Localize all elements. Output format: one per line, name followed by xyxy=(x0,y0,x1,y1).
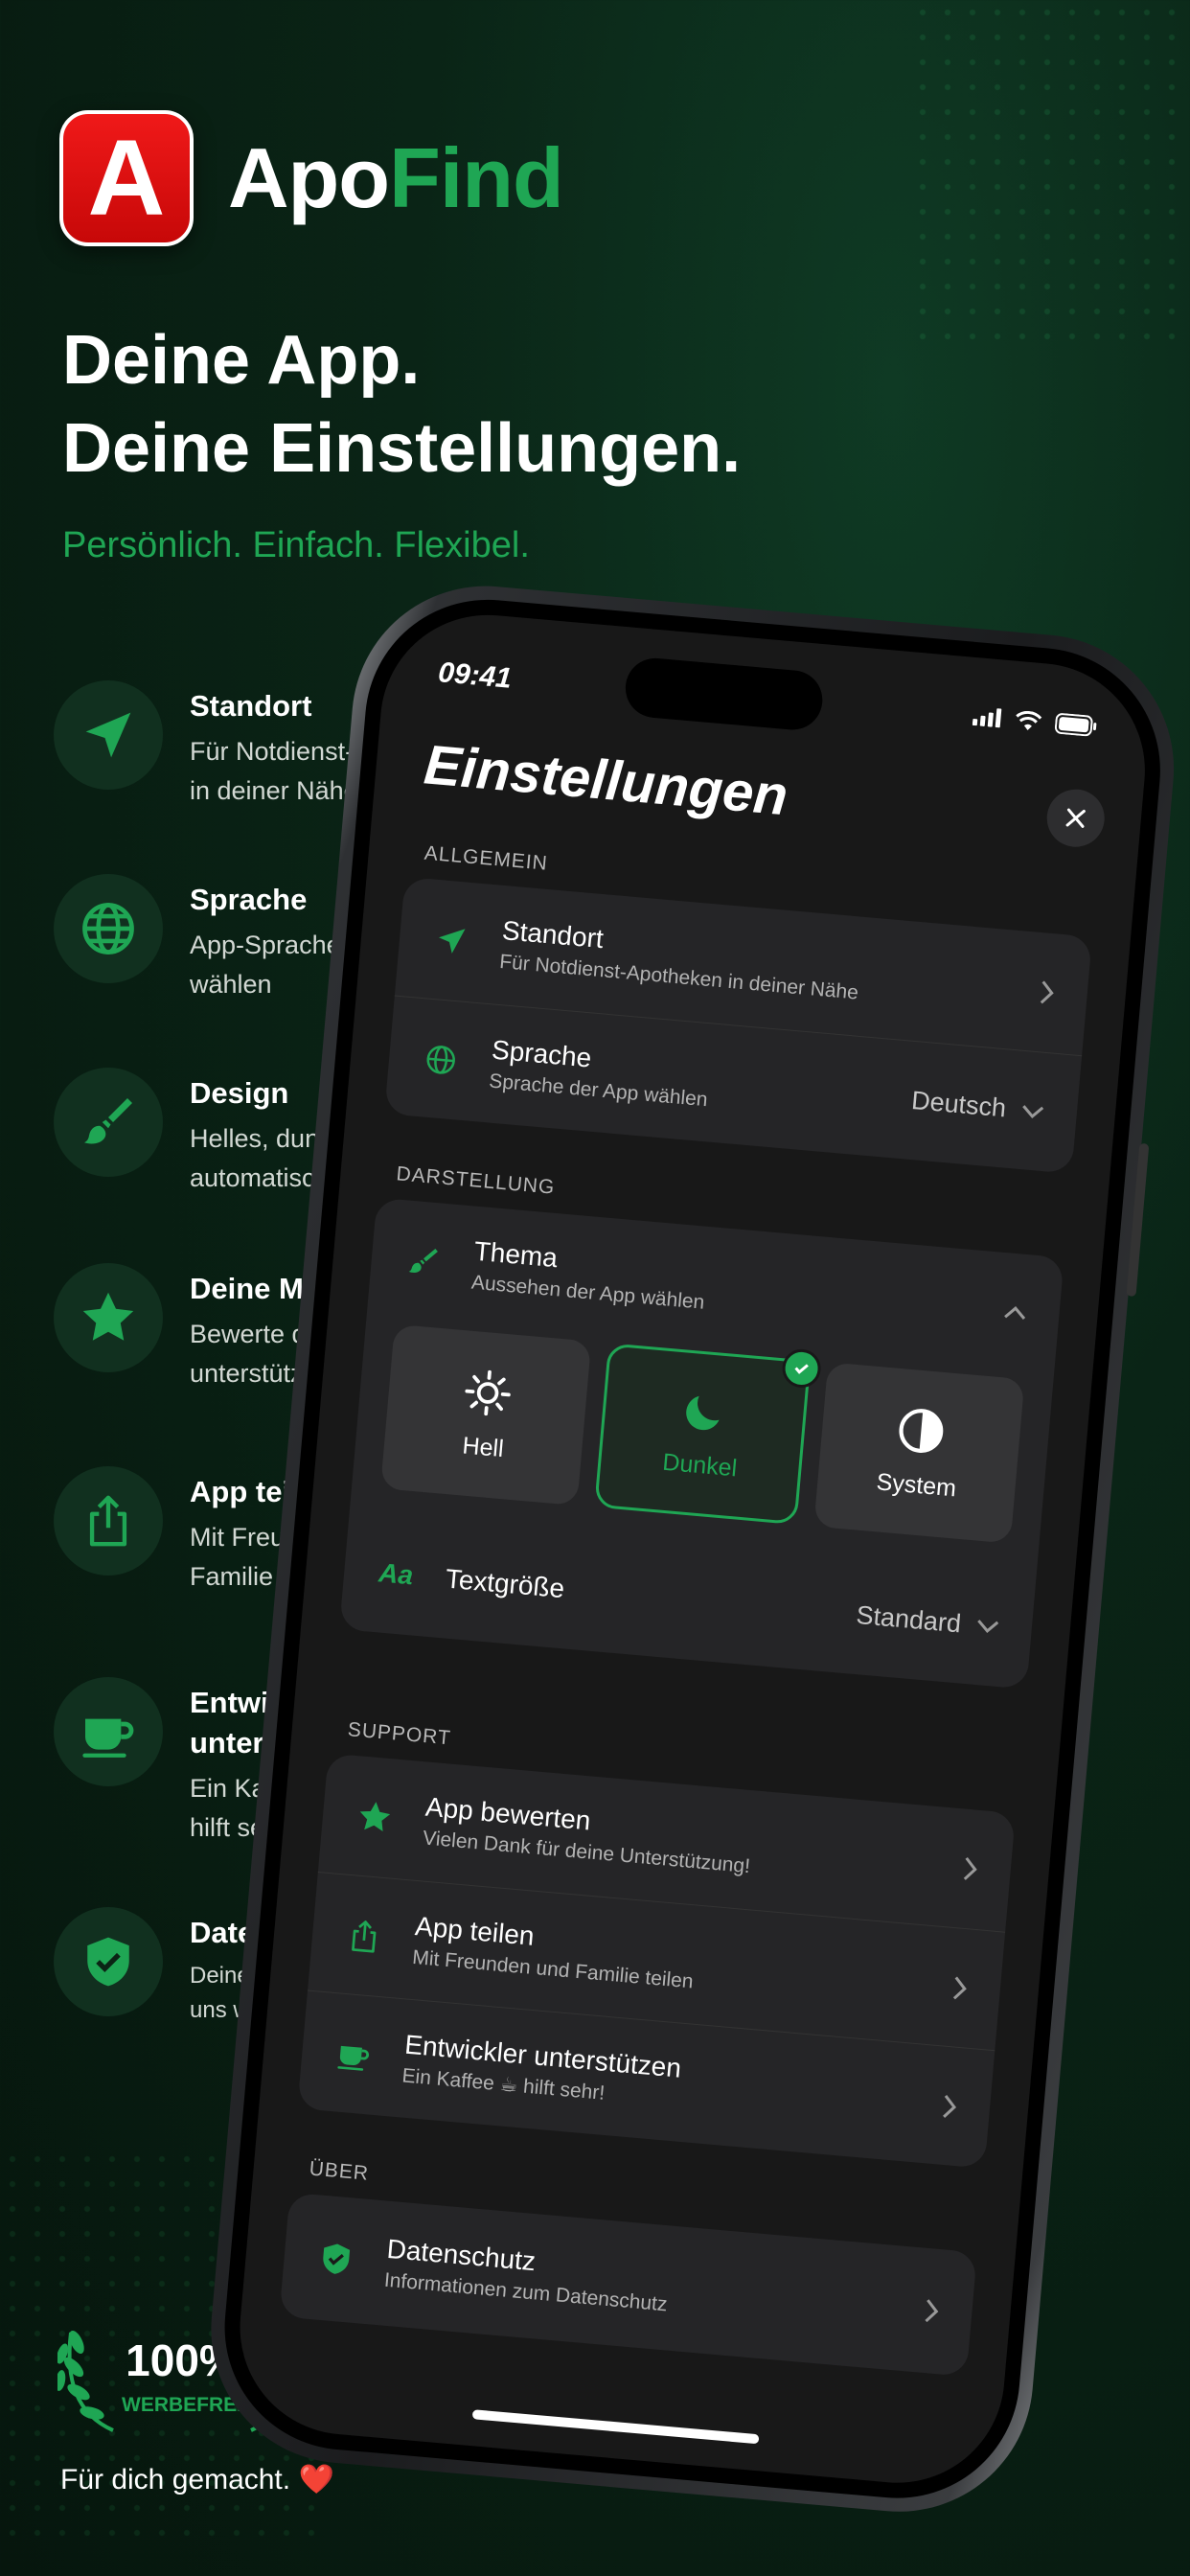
support-card: App bewerten Vielen Dank für deine Unters… xyxy=(297,1753,1016,2169)
headline-line2: Deine Einstellungen. xyxy=(62,410,742,487)
app-name-part1: Apo xyxy=(228,130,390,225)
battery-icon xyxy=(1054,713,1097,737)
theme-label: Hell xyxy=(461,1431,505,1462)
theme-label: System xyxy=(875,1467,958,1502)
globe-icon xyxy=(421,1042,462,1077)
shield-check-icon xyxy=(315,2240,356,2277)
paintbrush-icon xyxy=(54,1068,163,1177)
brand-header: A ApoFind xyxy=(59,110,564,246)
dynamic-island xyxy=(623,656,825,733)
share-icon xyxy=(344,1917,385,1954)
globe-icon xyxy=(54,874,163,983)
app-name: ApoFind xyxy=(228,129,564,227)
general-card: Standort Für Notdienst-Apotheken in deine… xyxy=(384,876,1092,1174)
shield-check-icon xyxy=(54,1907,163,2016)
location-arrow-icon xyxy=(431,924,472,957)
app-name-part2: Find xyxy=(389,130,564,225)
section-about: ÜBER xyxy=(308,2157,370,2185)
location-arrow-icon xyxy=(54,680,163,790)
moon-icon xyxy=(686,1395,720,1430)
textsize-value: Standard xyxy=(855,1599,963,1638)
section-support: SUPPORT xyxy=(346,1718,452,1750)
feature-title: Sprache xyxy=(190,883,308,916)
chevron-right-icon xyxy=(952,1976,967,1999)
star-icon xyxy=(355,1798,396,1835)
footer-label: Für dich gemacht. xyxy=(60,2464,291,2496)
sun-icon xyxy=(465,1369,511,1415)
section-appearance: DARSTELLUNG xyxy=(395,1162,557,1199)
share-icon xyxy=(54,1466,163,1576)
language-value: Deutsch xyxy=(910,1085,1008,1123)
wifi-icon xyxy=(1016,710,1042,730)
status-time: 09:41 xyxy=(436,656,514,695)
phone-mockup: 09:41 Einstellungen ALLGEMEIN Standort Fü… xyxy=(199,575,1185,2523)
half-circle-icon xyxy=(899,1408,944,1453)
settings-title: Einstellungen xyxy=(422,733,790,828)
close-icon xyxy=(1065,808,1086,828)
theme-option-system[interactable]: System xyxy=(813,1362,1025,1544)
close-button[interactable] xyxy=(1044,787,1108,850)
signal-icon xyxy=(972,708,1002,728)
chevron-right-icon xyxy=(925,2299,939,2323)
chevron-right-icon xyxy=(963,1856,977,1880)
logo-letter: A xyxy=(87,118,166,238)
text-size-icon: Aa xyxy=(378,1557,415,1591)
app-logo: A xyxy=(59,110,194,246)
phone-screen: 09:41 Einstellungen ALLGEMEIN Standort Fü… xyxy=(231,606,1155,2492)
feature-sub: App-Sprache xyxy=(190,931,341,959)
appearance-card: Thema Aussehen der App wählen Hell Dunkel… xyxy=(339,1197,1064,1690)
feature-sprache: Sprache App-Sprache wählen xyxy=(54,874,341,1004)
coffee-icon xyxy=(54,1677,163,1786)
chevron-down-icon xyxy=(977,1620,999,1633)
heart-icon: ❤️ xyxy=(298,2464,334,2496)
row-title: Textgröße xyxy=(444,1563,566,1604)
about-card: Datenschutz Informationen zum Datenschutz xyxy=(279,2192,977,2377)
coffee-icon xyxy=(333,2035,375,2074)
dot-pattern-top xyxy=(910,0,1190,345)
tagline: Persönlich. Einfach. Flexibel. xyxy=(62,525,530,565)
theme-option-dunkel[interactable]: Dunkel xyxy=(594,1343,823,1526)
theme-option-hell[interactable]: Hell xyxy=(379,1323,592,1506)
footer-text: Für dich gemacht. ❤️ xyxy=(60,2463,334,2496)
home-indicator xyxy=(471,2409,760,2445)
headline-line1: Deine App. xyxy=(62,322,421,399)
headline: Deine App. Deine Einstellungen. xyxy=(62,316,741,493)
settings-row-datenschutz[interactable]: Datenschutz Informationen zum Datenschutz xyxy=(279,2193,977,2377)
star-icon xyxy=(54,1263,163,1372)
chevron-right-icon xyxy=(943,2094,957,2118)
feature-sub: wählen xyxy=(190,970,272,999)
chevron-down-icon xyxy=(1022,1104,1044,1118)
chevron-up-icon xyxy=(1004,1306,1026,1320)
section-general: ALLGEMEIN xyxy=(423,841,549,875)
theme-label: Dunkel xyxy=(661,1448,739,1482)
chevron-right-icon xyxy=(1040,980,1054,1004)
status-icons xyxy=(972,705,1098,737)
paintbrush-icon xyxy=(402,1243,444,1278)
